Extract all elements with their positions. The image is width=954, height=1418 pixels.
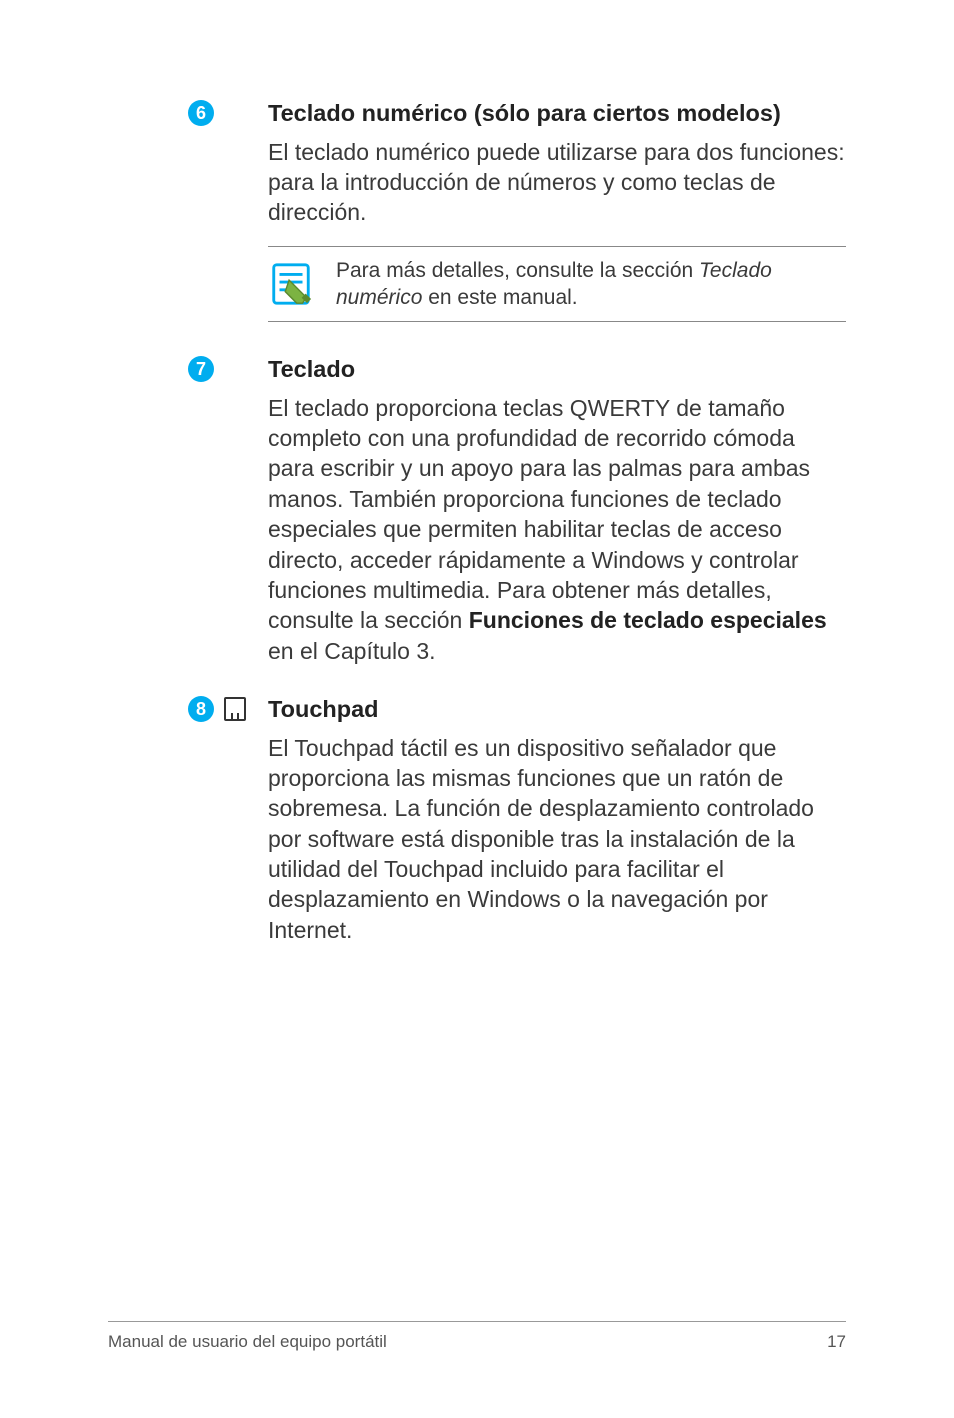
number-badge-8: 8	[188, 696, 214, 722]
section-7-body-suffix: en el Capítulo 3.	[268, 638, 436, 664]
section-7: 7 Teclado El teclado proporciona teclas …	[188, 354, 846, 684]
section-7-marker: 7	[188, 354, 268, 684]
section-8: 8 Touchpad El Touchpad táctil es un disp…	[188, 694, 846, 963]
section-6-body: El teclado numérico puede utilizarse par…	[268, 137, 846, 228]
section-7-title: Teclado	[268, 354, 846, 385]
footer-left: Manual de usuario del equipo portátil	[108, 1332, 387, 1352]
footer-page-number: 17	[827, 1332, 846, 1352]
number-badge-7: 7	[188, 356, 214, 382]
note-prefix: Para más detalles, consulte la sección	[336, 259, 699, 282]
section-7-body-prefix: El teclado proporciona teclas QWERTY de …	[268, 395, 810, 634]
section-8-body: El Touchpad táctil es un dispositivo señ…	[268, 733, 846, 946]
section-7-content: Teclado El teclado proporciona teclas QW…	[268, 354, 846, 684]
section-8-content: Touchpad El Touchpad táctil es un dispos…	[268, 694, 846, 963]
note-suffix: en este manual.	[422, 286, 577, 309]
section-8-marker: 8	[188, 694, 268, 963]
section-7-body: El teclado proporciona teclas QWERTY de …	[268, 393, 846, 666]
section-7-body-bold: Funciones de teclado especiales	[469, 607, 827, 633]
section-6-note-text: Para más detalles, consulte la sección T…	[336, 257, 838, 312]
section-6-marker: 6	[188, 98, 268, 344]
page-footer: Manual de usuario del equipo portátil 17	[108, 1321, 846, 1352]
section-6-note: Para más detalles, consulte la sección T…	[268, 246, 846, 323]
note-icon	[268, 261, 314, 307]
touchpad-icon	[224, 697, 246, 721]
section-6-title: Teclado numérico (sólo para ciertos mode…	[268, 98, 846, 129]
section-8-title: Touchpad	[268, 694, 846, 725]
section-6-content: Teclado numérico (sólo para ciertos mode…	[268, 98, 846, 344]
page: 6 Teclado numérico (sólo para ciertos mo…	[0, 0, 954, 1418]
number-badge-6: 6	[188, 100, 214, 126]
section-6: 6 Teclado numérico (sólo para ciertos mo…	[188, 98, 846, 344]
